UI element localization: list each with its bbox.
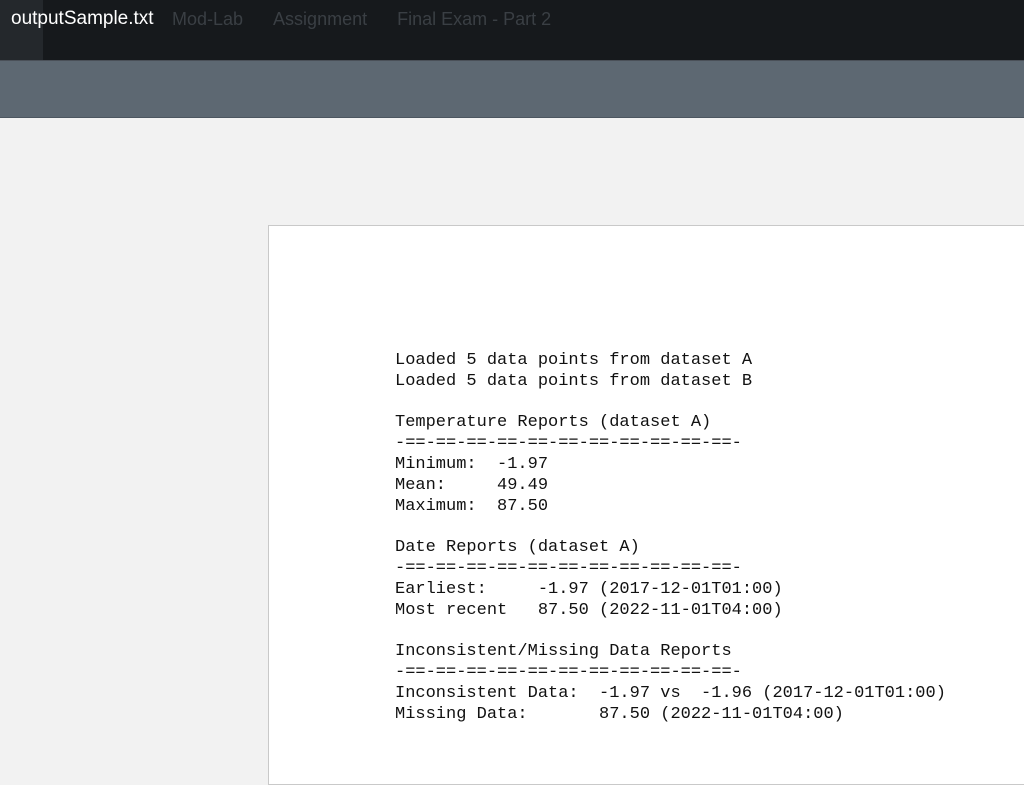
breadcrumb-item-assignment[interactable]: Assignment <box>273 9 367 30</box>
breadcrumb-item-final-exam[interactable]: Final Exam - Part 2 <box>397 9 551 30</box>
document-page: Loaded 5 data points from dataset A Load… <box>268 225 1024 785</box>
document-line: Loaded 5 data points from dataset A <box>395 351 753 370</box>
document-line: Maximum: 87.50 <box>395 496 549 516</box>
file-title: outputSample.txt <box>11 8 154 29</box>
breadcrumb-item-course[interactable]: Mod-Lab <box>172 9 243 30</box>
document-line <box>395 621 946 642</box>
document-line: Loaded 5 data points from dataset B <box>395 371 753 391</box>
document-text: Loaded 5 data points from dataset A Load… <box>395 351 946 725</box>
document-line: Inconsistent/Missing Data Reports <box>395 642 732 662</box>
document-line: -==-==-==-==-==-==-==-==-==-==-==- <box>395 434 742 454</box>
document-line <box>395 393 946 414</box>
document-line: Most recent 87.50 (2022-11-01T04:00) <box>395 600 783 620</box>
viewer-toolbar <box>0 61 1024 118</box>
document-line: Mean: 49.49 <box>395 475 549 495</box>
document-line: Earliest: -1.97 (2017-12-01T01:00) <box>395 579 783 599</box>
document-line: -==-==-==-==-==-==-==-==-==-==-==- <box>395 662 742 682</box>
document-line: Inconsistent Data: -1.97 vs -1.96 (2017-… <box>395 683 946 703</box>
top-bar: Mod-Lab Assignment Final Exam - Part 2 o… <box>0 0 1024 61</box>
document-line: Minimum: -1.97 <box>395 454 549 474</box>
document-line: -==-==-==-==-==-==-==-==-==-==-==- <box>395 558 742 578</box>
breadcrumb: Mod-Lab Assignment Final Exam - Part 2 <box>172 9 551 30</box>
document-line: Temperature Reports (dataset A) <box>395 413 712 433</box>
document-line: Date Reports (dataset A) <box>395 538 640 558</box>
document-line <box>395 517 946 538</box>
document-line: Missing Data: 87.50 (2022-11-01T04:00) <box>395 704 844 724</box>
